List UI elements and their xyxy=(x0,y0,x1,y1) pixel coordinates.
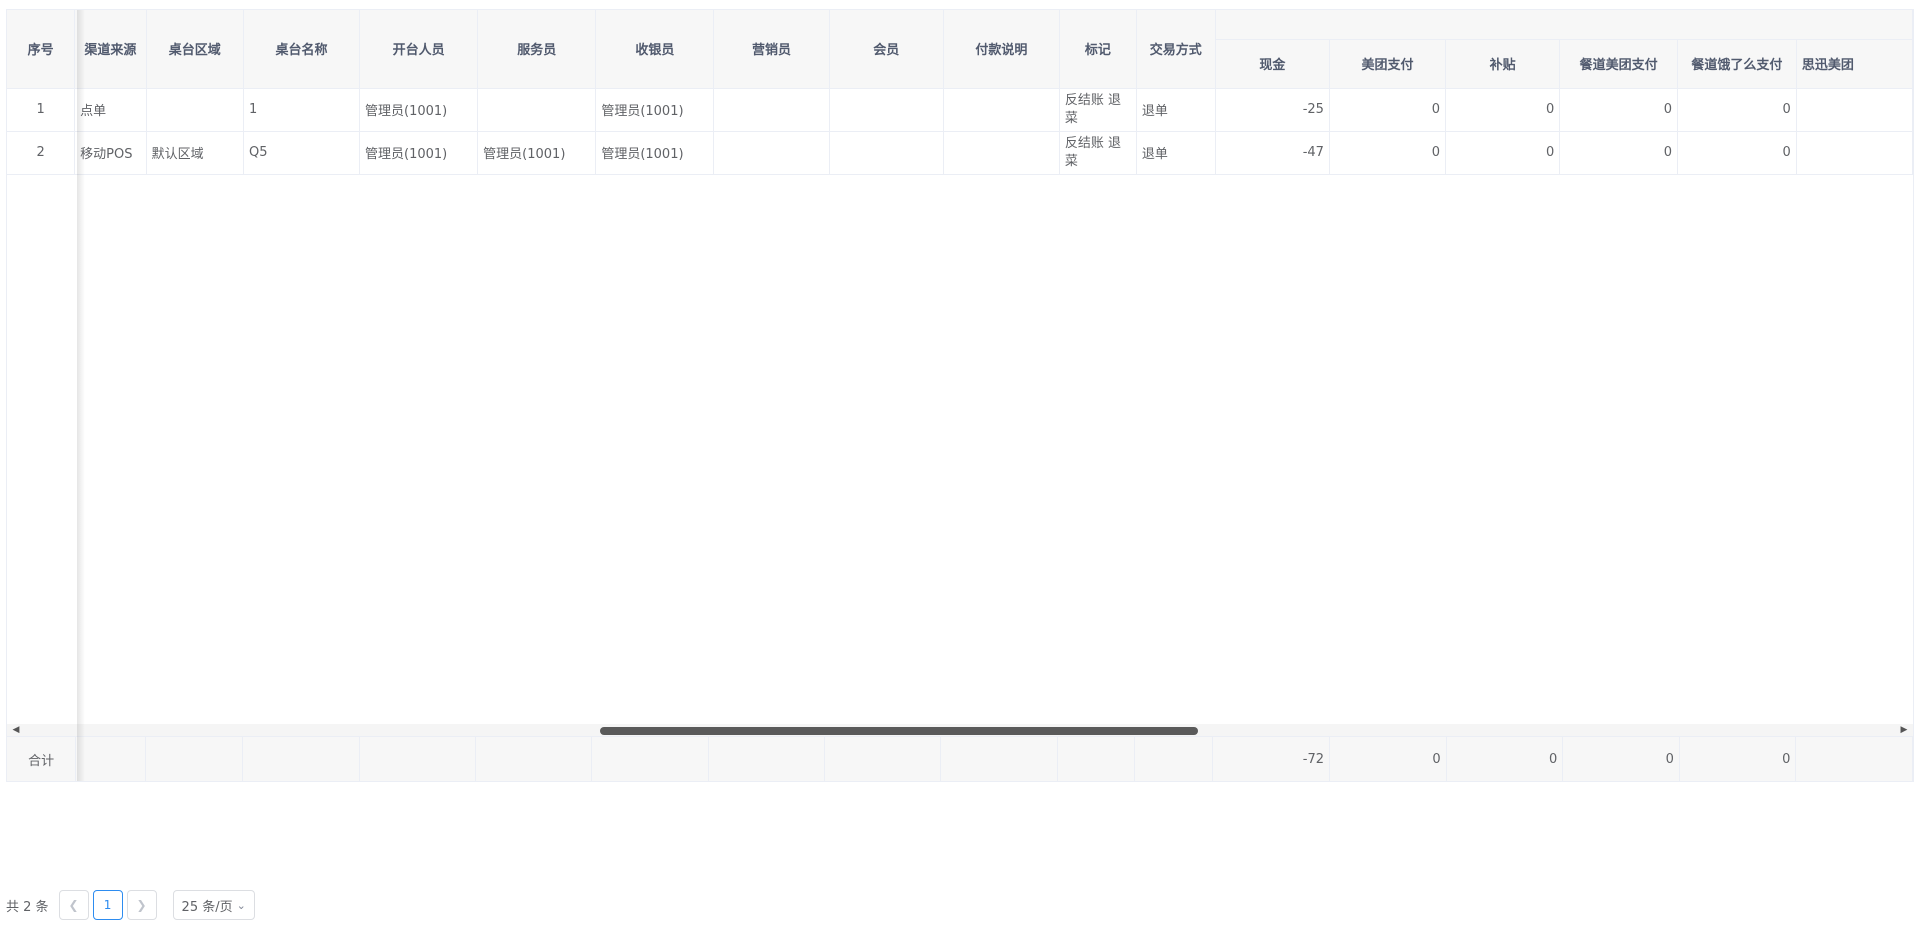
cell-member xyxy=(829,131,944,175)
col-header-member: 会员 xyxy=(829,10,944,89)
cell-area: 默认区域 xyxy=(146,131,244,175)
col-header-subsidy: 补贴 xyxy=(1445,39,1561,89)
summary-empty-cell xyxy=(475,737,593,781)
prev-page-button[interactable]: ❮ xyxy=(58,890,89,920)
cell-payment-note xyxy=(943,88,1060,132)
cell-mark: 反结账 退菜 xyxy=(1059,88,1137,132)
cell-waiter: 管理员(1001) xyxy=(477,131,597,175)
cell-payment-note xyxy=(943,131,1060,175)
cell-seq: 2 xyxy=(7,131,76,175)
page-number-button[interactable]: 1 xyxy=(92,890,123,920)
col-header-meituan-pay: 美团支付 xyxy=(1329,39,1446,89)
col-header-sixun-pay: 思迅美团 xyxy=(1796,39,1913,89)
scrollbar-thumb[interactable] xyxy=(600,727,1198,735)
page-size-select[interactable]: 25 条/页 ⌄ xyxy=(172,890,255,920)
summary-empty-cell xyxy=(1057,737,1136,781)
cell-table-name: Q5 xyxy=(243,131,361,175)
chevron-left-icon: ❮ xyxy=(68,898,79,912)
summary-sixun-pay xyxy=(1795,737,1913,781)
cell-cd-eleme-pay: 0 xyxy=(1677,131,1797,175)
page-size-label: 25 条/页 xyxy=(181,899,233,915)
cell-area xyxy=(146,88,244,132)
cell-seq: 1 xyxy=(7,88,76,132)
horizontal-scrollbar[interactable]: ◀ ▶ xyxy=(7,724,1913,736)
cell-mark: 反结账 退菜 xyxy=(1059,131,1137,175)
summary-row: 合计 -72 0 0 0 0 xyxy=(7,736,1913,781)
cell-cashier: 管理员(1001) xyxy=(595,88,715,132)
summary-empty-cell xyxy=(242,737,360,781)
summary-cash: -72 xyxy=(1212,737,1331,781)
chevron-down-icon: ⌄ xyxy=(236,898,246,912)
cell-trade-type: 退单 xyxy=(1136,88,1216,132)
summary-cd-eleme-pay: 0 xyxy=(1679,737,1797,781)
cell-marketer xyxy=(713,88,830,132)
cell-meituan-pay: 0 xyxy=(1329,88,1446,132)
col-header-payment-group xyxy=(1215,10,1913,40)
cell-sixun-pay xyxy=(1796,88,1913,132)
summary-label: 合计 xyxy=(7,737,77,781)
next-page-button[interactable]: ❯ xyxy=(126,890,157,920)
cell-table-name: 1 xyxy=(243,88,361,132)
col-header-payment-note: 付款说明 xyxy=(943,10,1060,89)
col-header-marketer: 营销员 xyxy=(713,10,830,89)
col-header-mark: 标记 xyxy=(1059,10,1137,89)
cell-cd-meituan-pay: 0 xyxy=(1559,88,1679,132)
cell-subsidy: 0 xyxy=(1445,131,1561,175)
pagination: 共 2 条 ❮ 1 ❯ 25 条/页 ⌄ xyxy=(6,889,255,921)
col-header-area: 桌台区域 xyxy=(146,10,244,89)
col-header-cd-meituan-pay: 餐道美团支付 xyxy=(1559,39,1679,89)
summary-empty-cell xyxy=(145,737,244,781)
cell-cash: -25 xyxy=(1215,88,1330,132)
cell-cd-meituan-pay: 0 xyxy=(1559,131,1679,175)
summary-empty-cell xyxy=(359,737,476,781)
scroll-left-icon[interactable]: ◀ xyxy=(10,724,22,736)
col-header-opener: 开台人员 xyxy=(359,10,479,89)
cell-meituan-pay: 0 xyxy=(1329,131,1446,175)
summary-empty-cell xyxy=(940,737,1058,781)
table-row[interactable]: 2 移动POS 默认区域 Q5 管理员(1001) 管理员(1001) 管理员(… xyxy=(7,131,1913,175)
summary-empty-cell xyxy=(591,737,709,781)
summary-empty-cell xyxy=(75,737,147,781)
chevron-right-icon: ❯ xyxy=(136,898,147,912)
summary-empty-cell xyxy=(824,737,942,781)
table-row[interactable]: 1 点单 1 管理员(1001) 管理员(1001) 反结账 退菜 退单 -25… xyxy=(7,88,1913,132)
summary-empty-cell xyxy=(708,737,825,781)
cell-sixun-pay xyxy=(1796,131,1913,175)
scroll-right-icon[interactable]: ▶ xyxy=(1898,724,1910,736)
col-header-cashier: 收银员 xyxy=(595,10,715,89)
cell-trade-type: 退单 xyxy=(1136,131,1216,175)
summary-subsidy: 0 xyxy=(1446,737,1564,781)
col-header-cash: 现金 xyxy=(1215,39,1330,89)
cell-channel: 移动POS xyxy=(74,131,147,175)
cell-opener: 管理员(1001) xyxy=(359,131,479,175)
col-header-cd-eleme-pay: 餐道饿了么支付 xyxy=(1677,39,1797,89)
cell-subsidy: 0 xyxy=(1445,88,1561,132)
cell-member xyxy=(829,88,944,132)
summary-meituan-pay: 0 xyxy=(1329,737,1447,781)
cell-cashier: 管理员(1001) xyxy=(595,131,715,175)
cell-cd-eleme-pay: 0 xyxy=(1677,88,1797,132)
col-header-channel: 渠道来源 xyxy=(74,10,147,89)
data-table: 序号 渠道来源 桌台区域 桌台名称 开台人员 服务员 收银员 营销员 会员 付款… xyxy=(6,9,1914,782)
cell-opener: 管理员(1001) xyxy=(359,88,479,132)
col-header-waiter: 服务员 xyxy=(477,10,597,89)
summary-empty-cell xyxy=(1134,737,1213,781)
table-main: 序号 渠道来源 桌台区域 桌台名称 开台人员 服务员 收银员 营销员 会员 付款… xyxy=(7,10,1913,175)
cell-marketer xyxy=(713,131,830,175)
cell-channel: 点单 xyxy=(74,88,147,132)
pagination-total: 共 2 条 xyxy=(6,899,49,915)
cell-waiter xyxy=(477,88,597,132)
cell-cash: -47 xyxy=(1215,131,1330,175)
col-header-table-name: 桌台名称 xyxy=(243,10,361,89)
summary-table: 合计 -72 0 0 0 0 xyxy=(7,737,1913,781)
summary-cd-meituan-pay: 0 xyxy=(1562,737,1680,781)
col-header-seq: 序号 xyxy=(7,10,76,89)
col-header-trade-type: 交易方式 xyxy=(1136,10,1216,89)
